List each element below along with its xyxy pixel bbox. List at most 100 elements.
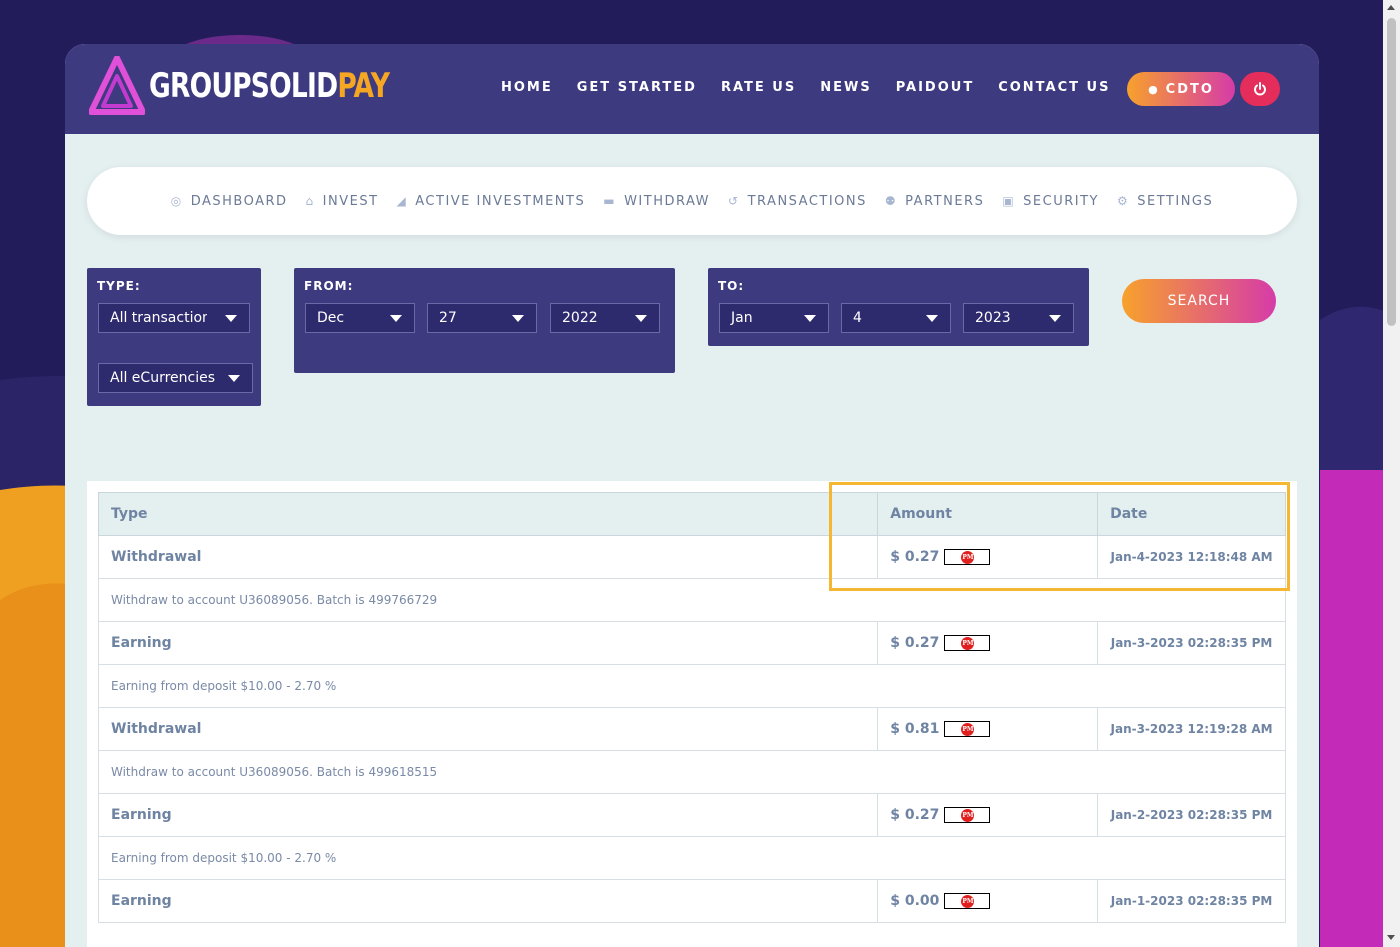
- to-day-select[interactable]: 4: [841, 303, 951, 333]
- subnav-partners[interactable]: ⚉ PARTNERS: [885, 194, 984, 209]
- row-type: Withdrawal: [97, 707, 879, 751]
- type-select-value: All transactions: [110, 310, 219, 326]
- subnav-dashboard[interactable]: ◎ DASHBOARD: [171, 194, 288, 209]
- row-type: Earning: [97, 793, 879, 837]
- subnav-withdraw[interactable]: ▬ WITHDRAW: [603, 194, 710, 209]
- chevron-down-icon: [390, 315, 402, 322]
- to-month-select[interactable]: Jan: [719, 303, 829, 333]
- row-description: Withdraw to account U36089056. Batch is …: [98, 578, 1286, 622]
- subnav-transactions[interactable]: ↺ TRANSACTIONS: [728, 194, 867, 209]
- credit-card-icon: ▬: [603, 194, 617, 208]
- scroll-down-arrow-icon[interactable]: [1387, 935, 1395, 940]
- row-amount: $ 0.27 PM: [877, 793, 1099, 837]
- header-type: Type: [97, 492, 879, 536]
- table-row-detail: Withdraw to account U36089056. Batch is …: [98, 750, 1286, 794]
- perfect-money-icon: PM: [961, 895, 975, 908]
- from-label: FROM:: [304, 279, 354, 293]
- user-circle-icon: ◎: [170, 194, 183, 208]
- chevron-down-icon: [1049, 315, 1061, 322]
- brand-name: GROUPSOLIDPAY: [149, 66, 390, 106]
- type-label: TYPE:: [97, 279, 141, 293]
- row-amount: $ 0.81 PM: [877, 707, 1099, 751]
- to-filter-panel: TO: Jan 4 2023: [708, 268, 1089, 346]
- perfect-money-icon: PM: [961, 809, 975, 822]
- main-nav: HOME GET STARTED RATE US NEWS PAIDOUT CO…: [501, 80, 1134, 95]
- user-account-button[interactable]: ● CDTO: [1127, 72, 1235, 106]
- scroll-up-arrow-icon[interactable]: [1387, 5, 1395, 10]
- row-amount: $ 0.00 PM: [877, 879, 1099, 923]
- table-row: Withdrawal $ 0.27 PM Jan-4-2023 12:18:48 …: [97, 535, 1286, 579]
- search-button[interactable]: SEARCH: [1122, 279, 1276, 323]
- from-day-select[interactable]: 27: [427, 303, 537, 333]
- perfect-money-badge: PM: [944, 549, 991, 565]
- area-chart-icon: ◢: [396, 194, 408, 208]
- currency-select-value: All eCurrencies: [110, 370, 216, 386]
- chevron-down-icon: [512, 315, 524, 322]
- chevron-down-icon: [926, 315, 938, 322]
- nav-rate-us[interactable]: RATE US: [721, 80, 796, 95]
- nav-contact-us[interactable]: CONTACT US: [998, 80, 1110, 95]
- power-icon: [1254, 82, 1266, 96]
- page-scrollbar[interactable]: [1383, 0, 1400, 947]
- to-year-select[interactable]: 2023: [963, 303, 1074, 333]
- history-icon: ↺: [728, 194, 740, 208]
- to-day-value: 4: [853, 310, 862, 326]
- perfect-money-badge: PM: [944, 893, 991, 909]
- logout-button[interactable]: [1240, 72, 1280, 106]
- from-day-value: 27: [439, 310, 457, 326]
- subnav-security[interactable]: ▣ SECURITY: [1002, 194, 1099, 209]
- nav-paidout[interactable]: PAIDOUT: [896, 80, 975, 95]
- scrollbar-thumb[interactable]: [1387, 18, 1396, 326]
- row-amount: $ 0.27 PM: [877, 535, 1099, 579]
- users-icon: ⚉: [884, 194, 898, 208]
- lock-icon: ▣: [1002, 194, 1016, 208]
- top-navigation-bar: GROUPSOLIDPAY HOME GET STARTED RATE US N…: [65, 44, 1319, 134]
- row-amount: $ 0.27 PM: [877, 621, 1099, 665]
- subnav-withdraw-label: WITHDRAW: [624, 193, 711, 209]
- table-row: Withdrawal $ 0.81 PM Jan-3-2023 12:19:28 …: [97, 707, 1286, 751]
- table-row: Earning $ 0.27 PM Jan-3-2023 02:28:35 PM: [97, 621, 1286, 665]
- chevron-down-icon: [635, 315, 647, 322]
- from-month-value: Dec: [317, 310, 345, 326]
- gear-icon: ⚙: [1116, 194, 1130, 208]
- user-label: CDTO: [1165, 81, 1214, 97]
- from-month-select[interactable]: Dec: [305, 303, 415, 333]
- perfect-money-badge: PM: [944, 635, 991, 651]
- subnav-dashboard-label: DASHBOARD: [190, 193, 288, 209]
- subnav-settings-label: SETTINGS: [1137, 193, 1214, 209]
- subnav-invest-label: INVEST: [322, 193, 379, 209]
- table-row: Earning $ 0.00 PM Jan-1-2023 02:28:35 PM: [97, 879, 1286, 923]
- nav-home[interactable]: HOME: [501, 80, 553, 95]
- header-amount: Amount: [877, 492, 1099, 536]
- perfect-money-icon: PM: [961, 723, 975, 736]
- subnav-settings[interactable]: ⚙ SETTINGS: [1117, 194, 1213, 209]
- nav-get-started[interactable]: GET STARTED: [577, 80, 697, 95]
- type-filter-panel: TYPE: All transactions All eCurrencies: [87, 268, 261, 406]
- from-year-value: 2022: [562, 310, 598, 326]
- table-header-row: Type Amount Date: [97, 492, 1286, 536]
- subnav-active-investments-label: ACTIVE INVESTMENTS: [415, 193, 586, 209]
- type-select[interactable]: All transactions: [98, 303, 250, 333]
- page-frame: GROUPSOLIDPAY HOME GET STARTED RATE US N…: [65, 44, 1319, 947]
- currency-select[interactable]: All eCurrencies: [98, 363, 253, 393]
- row-date: Jan-3-2023 12:19:28 AM: [1097, 707, 1286, 751]
- subnav-security-label: SECURITY: [1023, 193, 1099, 209]
- perfect-money-badge: PM: [944, 807, 991, 823]
- row-type: Earning: [97, 621, 879, 665]
- nav-news[interactable]: NEWS: [820, 80, 871, 95]
- row-type: Earning: [97, 879, 879, 923]
- subnav-partners-label: PARTNERS: [905, 193, 985, 209]
- row-description: Earning from deposit $10.00 - 2.70 %: [98, 664, 1286, 708]
- from-year-select[interactable]: 2022: [550, 303, 660, 333]
- subnav-invest[interactable]: ⌂ INVEST: [306, 194, 379, 209]
- chevron-down-icon: [804, 315, 816, 322]
- transactions-card: Type Amount Date Withdrawal $ 0.27 PM Jan…: [87, 481, 1297, 947]
- perfect-money-icon: PM: [961, 637, 975, 650]
- table-row: Earning $ 0.27 PM Jan-2-2023 02:28:35 PM: [97, 793, 1286, 837]
- row-date: Jan-3-2023 02:28:35 PM: [1097, 621, 1286, 665]
- table-row-detail: Withdraw to account U36089056. Batch is …: [98, 578, 1286, 622]
- brand-logo[interactable]: GROUPSOLIDPAY: [89, 56, 457, 116]
- from-filter-panel: FROM: Dec 27 2022: [294, 268, 675, 373]
- triangle-logo-icon: [89, 56, 145, 115]
- subnav-active-investments[interactable]: ◢ ACTIVE INVESTMENTS: [397, 194, 586, 209]
